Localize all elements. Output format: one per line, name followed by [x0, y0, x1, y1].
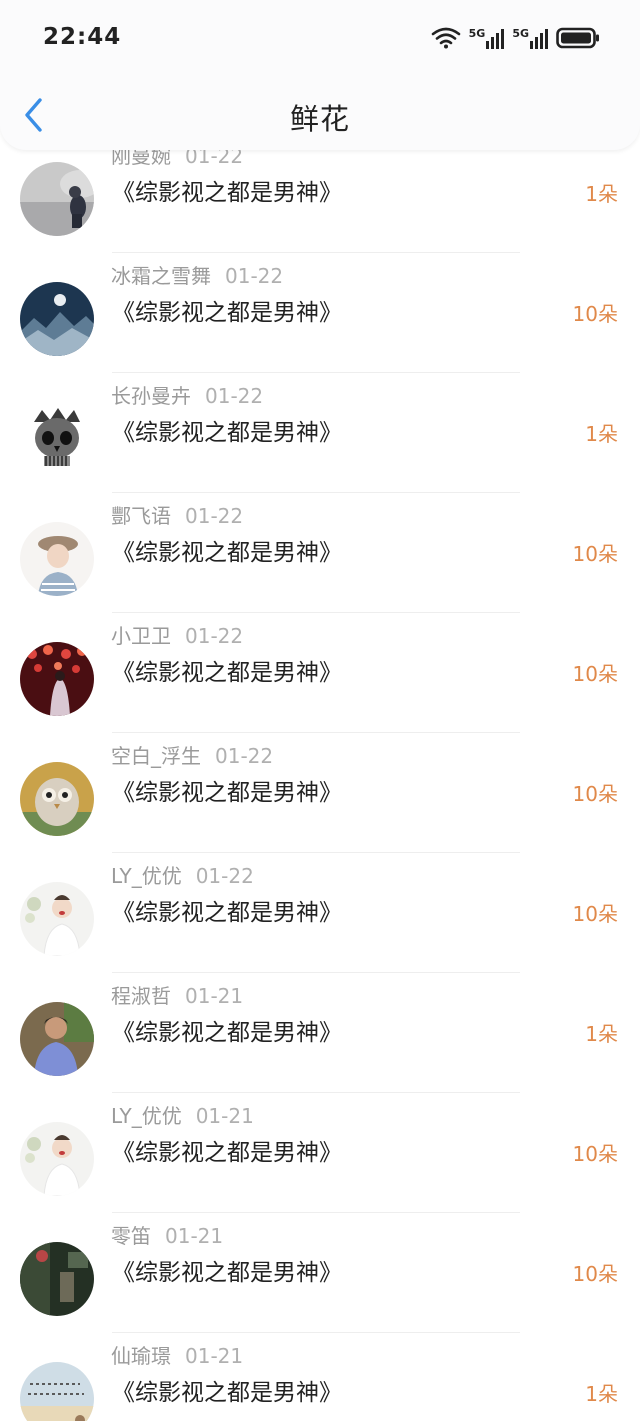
battery-icon	[556, 27, 599, 49]
list-item[interactable]: LY_优优 01-21 《综影视之都是男神》 10朵	[0, 1093, 640, 1213]
list-item[interactable]: 酆飞语 01-22 《综影视之都是男神》 10朵	[0, 493, 640, 613]
wifi-icon	[431, 27, 460, 49]
signal-1: 5G	[469, 27, 505, 49]
avatar[interactable]	[20, 642, 94, 716]
flower-count: 1朵	[585, 1022, 618, 1046]
item-meta: 长孙曼卉 01-22	[111, 380, 263, 409]
flower-count: 1朵	[585, 182, 618, 206]
book-title[interactable]: 《综影视之都是男神》	[112, 533, 342, 567]
avatar-foggy-figure-icon	[20, 162, 94, 236]
username[interactable]: LY_优优	[111, 1104, 182, 1128]
avatar[interactable]	[20, 1002, 94, 1076]
username[interactable]: 仙瑜璟	[111, 1344, 171, 1368]
flower-count: 10朵	[572, 782, 618, 806]
network-type-1: 5G	[468, 27, 486, 40]
date: 01-22	[205, 384, 264, 408]
list-item[interactable]: 小卫卫 01-22 《综影视之都是男神》 10朵	[0, 613, 640, 733]
book-title[interactable]: 《综影视之都是男神》	[112, 413, 342, 447]
flower-count: 10朵	[572, 542, 618, 566]
top-bar: 22:44 5G 5G 鲜花	[0, 0, 640, 150]
date: 01-21	[185, 1344, 244, 1368]
date: 01-22	[185, 504, 244, 528]
flower-count: 1朵	[585, 422, 618, 446]
avatar-child-white-icon	[20, 882, 94, 956]
page-title: 鲜花	[289, 102, 350, 136]
item-meta: 空白_浮生 01-22	[111, 740, 273, 769]
list-item[interactable]: LY_优优 01-22 《综影视之都是男神》 10朵	[0, 853, 640, 973]
flower-count: 10朵	[572, 1142, 618, 1166]
avatar[interactable]	[20, 402, 94, 476]
status-time: 22:44	[43, 24, 122, 50]
date: 01-22	[195, 864, 254, 888]
avatar-child-white-icon	[20, 1122, 94, 1196]
date: 01-22	[215, 744, 274, 768]
avatar-red-lanterns-icon	[20, 642, 94, 716]
username[interactable]: 酆飞语	[111, 504, 171, 528]
book-title[interactable]: 《综影视之都是男神》	[112, 1013, 342, 1047]
avatar-moon-mountains-icon	[20, 282, 94, 356]
flower-count: 10朵	[572, 902, 618, 926]
status-icons: 5G 5G	[431, 24, 600, 52]
item-meta: LY_优优 01-22	[111, 860, 254, 889]
network-type-2: 5G	[512, 27, 529, 40]
item-meta: 小卫卫 01-22	[111, 620, 243, 649]
avatar[interactable]	[20, 282, 94, 356]
book-title[interactable]: 《综影视之都是男神》	[112, 293, 342, 327]
book-title[interactable]: 《综影视之都是男神》	[112, 773, 342, 807]
book-title[interactable]: 《综影视之都是男神》	[112, 1373, 342, 1407]
book-title[interactable]: 《综影视之都是男神》	[112, 1253, 342, 1287]
signal-2: 5G	[512, 27, 548, 49]
signal-bars-icon	[486, 29, 505, 49]
list-item[interactable]: 零笛 01-21 《综影视之都是男神》 10朵	[0, 1213, 640, 1333]
flowers-list-screen: 22:44 5G 5G 鲜花 刚曼婉 01-22 《综影视之都是男神》 1朵 冰…	[0, 0, 640, 1421]
username[interactable]: 空白_浮生	[111, 744, 201, 768]
list-item[interactable]: 空白_浮生 01-22 《综影视之都是男神》 10朵	[0, 733, 640, 853]
flower-count: 1朵	[585, 1382, 618, 1406]
avatar-skull-crown-icon	[20, 402, 94, 476]
avatar[interactable]	[20, 762, 94, 836]
flower-count: 10朵	[572, 302, 618, 326]
flower-count: 10朵	[572, 1262, 618, 1286]
username[interactable]: 长孙曼卉	[111, 384, 191, 408]
book-title[interactable]: 《综影视之都是男神》	[112, 653, 342, 687]
list-item[interactable]: 刚曼婉 01-22 《综影视之都是男神》 1朵	[0, 133, 640, 253]
flower-count: 10朵	[572, 662, 618, 686]
date: 01-21	[165, 1224, 224, 1248]
list-item[interactable]: 仙瑜璟 01-21 《综影视之都是男神》 1朵	[0, 1333, 640, 1421]
avatar[interactable]	[20, 1122, 94, 1196]
date: 01-22	[225, 264, 284, 288]
username[interactable]: LY_优优	[111, 864, 182, 888]
avatar[interactable]	[20, 1242, 94, 1316]
item-meta: 仙瑜璟 01-21	[111, 1340, 243, 1369]
username[interactable]: 小卫卫	[111, 624, 171, 648]
username[interactable]: 冰霜之雪舞	[111, 264, 211, 288]
avatar-owl-toy-icon	[20, 762, 94, 836]
list-item[interactable]: 长孙曼卉 01-22 《综影视之都是男神》 1朵	[0, 373, 640, 493]
date: 01-21	[195, 1104, 254, 1128]
avatar[interactable]	[20, 882, 94, 956]
item-meta: 冰霜之雪舞 01-22	[111, 260, 283, 289]
avatar[interactable]	[20, 162, 94, 236]
item-meta: LY_优优 01-21	[111, 1100, 254, 1129]
avatar-text-sky-icon	[20, 1362, 94, 1421]
list-item[interactable]: 程淑哲 01-21 《综影视之都是男神》 1朵	[0, 973, 640, 1093]
book-title[interactable]: 《综影视之都是男神》	[112, 1133, 342, 1167]
username[interactable]: 零笛	[111, 1224, 151, 1248]
book-title[interactable]: 《综影视之都是男神》	[112, 893, 342, 927]
book-title[interactable]: 《综影视之都是男神》	[112, 173, 342, 207]
avatar-girl-hat-icon	[20, 522, 94, 596]
signal-bars-icon	[530, 29, 548, 49]
item-meta: 酆飞语 01-22	[111, 500, 243, 529]
list-item[interactable]: 冰霜之雪舞 01-22 《综影视之都是男神》 10朵	[0, 253, 640, 373]
date: 01-22	[185, 624, 244, 648]
avatar[interactable]	[20, 1362, 94, 1421]
username[interactable]: 程淑哲	[111, 984, 171, 1008]
avatar-man-outdoor-icon	[20, 1002, 94, 1076]
item-meta: 零笛 01-21	[111, 1220, 223, 1249]
date: 01-21	[185, 984, 244, 1008]
item-meta: 程淑哲 01-21	[111, 980, 243, 1009]
avatar-dark-scene-icon	[20, 1242, 94, 1316]
avatar[interactable]	[20, 522, 94, 596]
